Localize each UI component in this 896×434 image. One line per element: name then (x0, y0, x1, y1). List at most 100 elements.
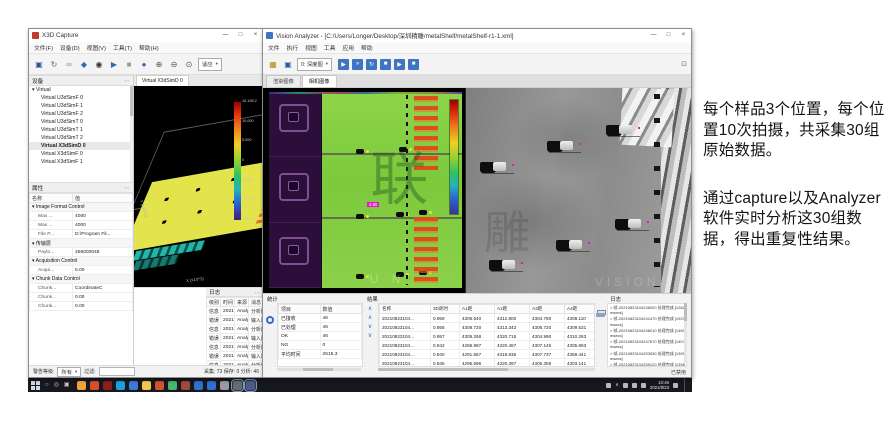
taskbar-app-analyzer[interactable] (246, 381, 255, 390)
panel-header-icons[interactable]: ▫▫ (125, 185, 130, 190)
zoom-out-icon[interactable]: ⊖ (168, 58, 180, 70)
step-button[interactable]: » (352, 59, 363, 70)
tray-app-icon[interactable] (606, 383, 611, 388)
stats-hscrollbar[interactable] (277, 368, 361, 371)
table-row[interactable]: OK46 (279, 332, 362, 341)
maximize-button[interactable]: □ (233, 29, 248, 42)
loop-button[interactable]: ↻ (366, 59, 377, 70)
close-button[interactable]: × (676, 29, 691, 42)
zoom-mode-select[interactable]: 适应 ▾ (198, 58, 222, 71)
result-nav-button[interactable]: ∨ (368, 333, 372, 339)
menu-item[interactable]: 文件(F) (34, 43, 53, 52)
taskbar-app-darkred[interactable] (103, 381, 112, 390)
table-row[interactable]: 已接收46 (279, 314, 362, 323)
taskbar-app-sphere-2[interactable] (207, 381, 216, 390)
taskbar-clock[interactable]: 10:46 2021/8/23 (650, 380, 669, 391)
save-icon[interactable]: ▣ (33, 58, 45, 70)
volume-icon[interactable] (632, 383, 637, 388)
open-file-icon[interactable]: ▦ (267, 58, 279, 70)
filter-input[interactable] (99, 367, 135, 376)
taskbar-app-powerpoint[interactable] (155, 381, 164, 390)
table-row[interactable]: 信息2021-08-23 1...Analyzer分析数据成功 (207, 307, 263, 316)
device-tree-item[interactable]: Virtual U3dSimF 1 (29, 102, 133, 110)
table-row[interactable]: 平均时间2515.3 (279, 350, 362, 359)
start-batch-button[interactable]: ▶ (394, 59, 405, 70)
refresh-icon[interactable]: ↻ (48, 58, 60, 70)
grab-video-icon[interactable]: ▶ (108, 58, 120, 70)
props-row[interactable]: Acqui...5.00 (30, 266, 133, 275)
taskbar-app-gray[interactable] (220, 381, 229, 390)
taskbar-app-green[interactable] (168, 381, 177, 390)
table-row[interactable]: 20210823104...0.9594306.5404312.8004304.… (380, 314, 596, 323)
table-row[interactable]: 20210823104...0.9404291.6674319.8364307.… (380, 350, 596, 359)
table-row[interactable]: 20210823104...0.9584308.7204313.3434306.… (380, 323, 596, 332)
props-row[interactable]: File P...D:\Program Fil... (30, 230, 133, 239)
props-row[interactable]: Paylo...256000048 (30, 248, 133, 257)
task-view-icon[interactable]: ▣ (64, 380, 70, 390)
taskbar-app-folder-yellow[interactable] (142, 381, 151, 390)
run-button[interactable]: ▶ (338, 59, 349, 70)
device-tree-item[interactable]: Virtual U3dSimT 1 (29, 126, 133, 134)
notification-center-icon[interactable] (673, 383, 678, 388)
device-tree-item[interactable]: Virtual X3dSimD 0 (29, 142, 133, 150)
results-table[interactable]: 名称3D耗时A1距A2距A3距A4距B1距B2距20210823104...0.… (379, 304, 595, 367)
device-tree-item[interactable]: Virtual U3dSimT 2 (29, 134, 133, 142)
result-nav-button[interactable]: ∨ (368, 324, 372, 330)
column-header[interactable]: 来源 (235, 298, 249, 307)
column-header[interactable]: 数值 (320, 305, 362, 314)
menu-item[interactable]: 视图(V) (87, 43, 106, 52)
menu-item[interactable]: 设备(D) (60, 43, 80, 52)
maximize-button[interactable]: □ (661, 29, 676, 42)
start-button[interactable] (31, 381, 40, 390)
table-row[interactable]: NG0 (279, 341, 362, 350)
device-tree-item[interactable]: Virtual X3dSimF 1 (29, 158, 133, 166)
device-tree-item[interactable]: Virtual U3dSimF 0 (29, 94, 133, 102)
close-button[interactable]: × (248, 29, 263, 42)
tray-chevron-icon[interactable]: ∧ (615, 382, 619, 388)
table-row[interactable]: 错误2021-08-23 1...Analyzer输入队列满了 (207, 352, 263, 361)
props-row[interactable]: Chunk...0.00 (30, 293, 133, 302)
network-icon[interactable] (623, 383, 628, 388)
panel-header-icons[interactable]: ▫▫ (255, 290, 260, 295)
menu-item[interactable]: 帮助 (361, 43, 373, 52)
table-row[interactable]: 20210823104...0.9454295.6964320.3974306.… (380, 359, 596, 368)
panel-header-icons[interactable]: ▫▫ (125, 78, 130, 83)
column-header[interactable]: 级别 (207, 298, 221, 307)
props-col-name[interactable]: 名称 (30, 194, 73, 203)
menu-item[interactable]: 视图 (305, 43, 317, 52)
stop-batch-button[interactable]: ■ (408, 59, 419, 70)
snapshot-icon[interactable]: ◉ (93, 58, 105, 70)
taskbar-app-redyellow[interactable] (90, 381, 99, 390)
props-group-row[interactable]: ▾ Image Format Control (30, 203, 133, 212)
props-group-row[interactable]: ▾ 传输层 (30, 239, 133, 248)
props-row[interactable]: Max ...4000 (30, 212, 133, 221)
pointcloud-3d-view[interactable]: 15,158.210,0005,0000-5,000-10,000-17,741… (134, 86, 263, 287)
taskbar-app-capture[interactable] (233, 381, 242, 390)
table-row[interactable]: 20210823104...0.9574305.2684320.7154304.… (380, 332, 596, 341)
props-group-row[interactable]: ▾ Acquisition Control (30, 257, 133, 266)
table-row[interactable]: 已处理46 (279, 323, 362, 332)
taskbar-app-folder-blue[interactable] (129, 381, 138, 390)
connect-icon[interactable]: ◆ (78, 58, 90, 70)
menu-item[interactable]: 工具(T) (113, 43, 132, 52)
table-row[interactable]: 错误2021-08-23 1...Analyzer输入队列满了 (207, 316, 263, 325)
menu-item[interactable]: 执行 (287, 43, 299, 52)
column-header[interactable]: 项目 (279, 305, 321, 314)
minimize-button[interactable]: — (646, 29, 661, 42)
log-vscrollbar[interactable] (684, 303, 687, 363)
record-icon[interactable]: ● (138, 58, 150, 70)
image-tab[interactable]: 相机图像 (302, 75, 337, 87)
menu-item[interactable]: 工具 (324, 43, 336, 52)
input-method-icon[interactable] (641, 383, 646, 388)
stats-table[interactable]: 项目数值已接收46已处理46OK46NG0平均时间2515.3 (278, 304, 362, 359)
device-tree-item[interactable]: Virtual U3dSimF 2 (29, 110, 133, 118)
props-row[interactable]: Chunk...CoordinateC (30, 284, 133, 293)
image-tab[interactable]: 渲染图像 (266, 75, 301, 87)
tree-scrollbar[interactable] (130, 86, 133, 182)
taskbar-app-brown[interactable] (181, 381, 190, 390)
stop-button[interactable]: ■ (380, 59, 391, 70)
panel-toggle-icon[interactable]: ⊡ (681, 60, 687, 68)
plug-icon[interactable]: ∞ (63, 58, 75, 70)
print-icon[interactable] (596, 310, 605, 318)
column-header[interactable]: 时间 (221, 298, 235, 307)
